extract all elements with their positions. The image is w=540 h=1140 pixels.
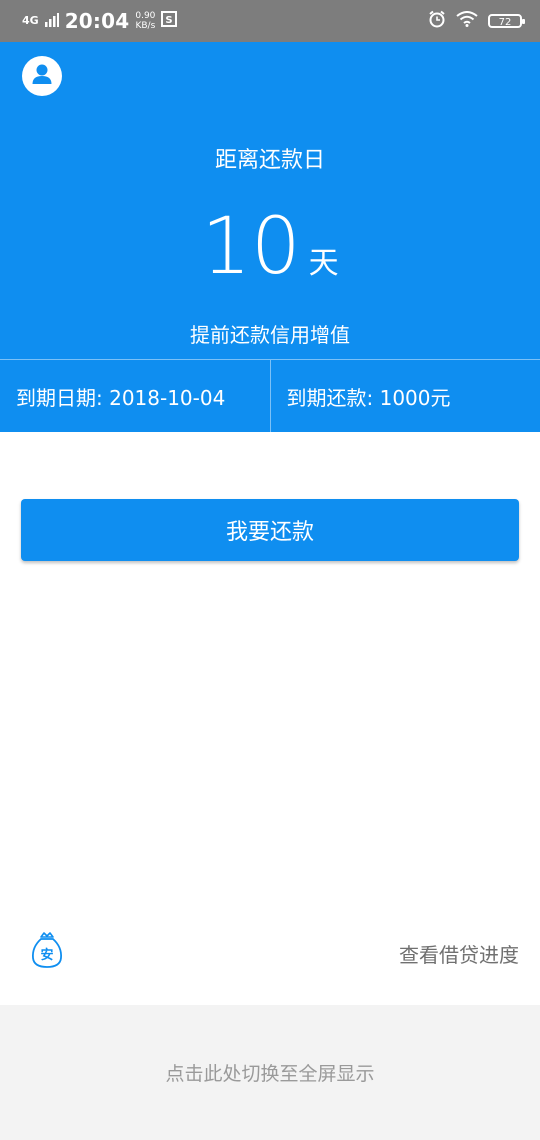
alarm-icon bbox=[428, 10, 446, 32]
due-amount: 到期还款: 1000元 bbox=[269, 360, 540, 433]
clock-time: 20:04 bbox=[64, 9, 130, 33]
money-bag-badge: 安 bbox=[40, 947, 53, 963]
user-icon bbox=[29, 61, 55, 91]
fullscreen-toggle[interactable]: 点击此处切换至全屏显示 bbox=[0, 1005, 540, 1140]
due-info-row: 到期日期: 2018-10-04 到期还款: 1000元 bbox=[0, 359, 540, 433]
network-speed: 0.90 KB/s bbox=[135, 11, 155, 31]
status-bar: 4G 20:04 0.90 KB/s S 72 bbox=[0, 0, 540, 42]
countdown-title: 距离还款日 bbox=[214, 148, 325, 173]
days-count: 10 bbox=[201, 202, 301, 292]
repayment-header: 距离还款日 10 天 提前还款信用增值 到期日期: 2018-10-04 到期还… bbox=[0, 42, 540, 433]
loan-progress-row: 安 查看借贷进度 bbox=[0, 925, 540, 981]
network-type: 4G bbox=[22, 14, 39, 27]
app-screen: 4G 20:04 0.90 KB/s S 72 距离还款日 10 天 提前还款信… bbox=[0, 0, 540, 1140]
speed-value: 0.90 bbox=[135, 11, 156, 21]
money-bag-icon: 安 bbox=[30, 931, 64, 973]
wifi-icon bbox=[456, 11, 478, 31]
due-date: 到期日期: 2018-10-04 bbox=[16, 386, 226, 410]
battery-indicator: 72 bbox=[488, 14, 525, 28]
signal-icon bbox=[44, 11, 59, 31]
view-loan-progress-link[interactable]: 查看借贷进度 bbox=[399, 939, 519, 968]
early-repay-hint: 提前还款信用增值 bbox=[190, 323, 350, 347]
speed-unit: KB/s bbox=[135, 21, 156, 31]
user-avatar-button[interactable] bbox=[22, 56, 62, 96]
fullscreen-hint-text: 点击此处切换至全屏显示 bbox=[165, 1063, 375, 1085]
svg-text:S: S bbox=[166, 15, 173, 26]
days-unit: 天 bbox=[308, 246, 339, 281]
days-countdown: 10 天 bbox=[0, 202, 540, 292]
screenshot-icon: S bbox=[161, 11, 178, 31]
repay-button[interactable]: 我要还款 bbox=[21, 499, 519, 561]
